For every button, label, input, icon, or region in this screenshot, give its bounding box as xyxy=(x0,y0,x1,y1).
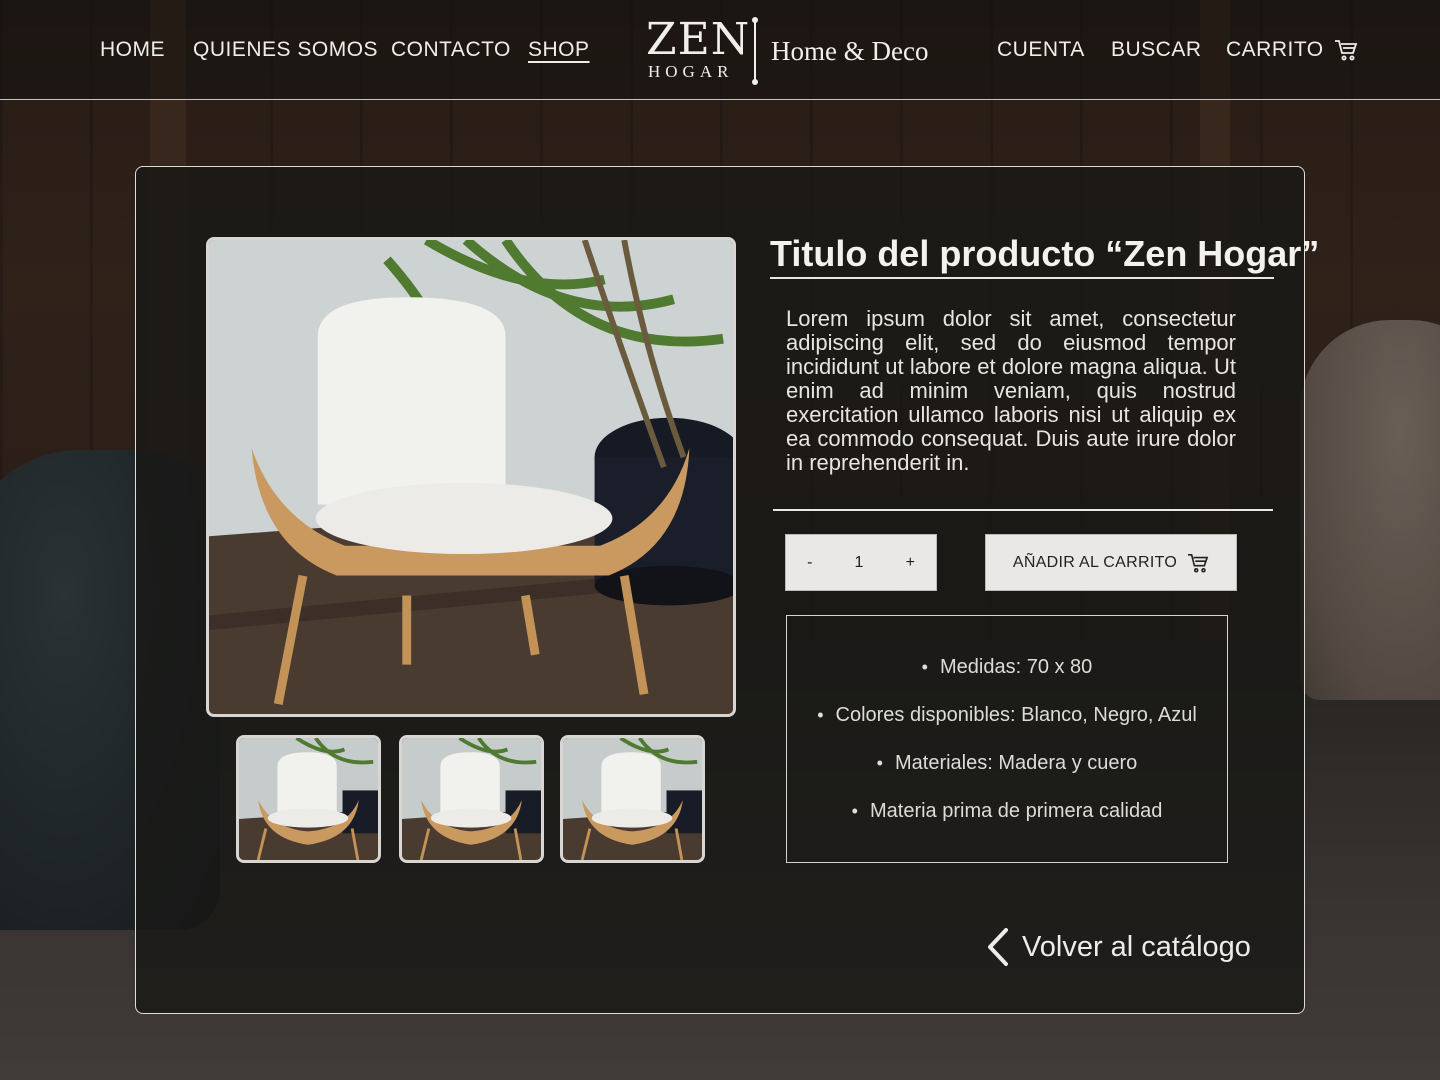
product-main-image[interactable] xyxy=(206,237,736,717)
chair-photo xyxy=(563,738,702,860)
quantity-decrease-button[interactable]: - xyxy=(799,550,820,576)
chevron-left-icon xyxy=(988,928,1008,966)
add-to-cart-button[interactable]: AÑADIR AL CARRITO xyxy=(985,534,1237,591)
add-to-cart-label: AÑADIR AL CARRITO xyxy=(1012,553,1178,571)
back-to-catalog-label: Volver al catálogo xyxy=(1022,930,1251,963)
logo-tagline: Home & Deco xyxy=(771,36,929,66)
product-thumbnail[interactable] xyxy=(236,735,381,863)
nav-buscar[interactable]: BUSCAR xyxy=(1111,38,1202,62)
site-header: HOME QUIENES SOMOS CONTACTO SHOP ZEN HOG… xyxy=(0,0,1440,100)
spec-item: Colores disponibles: Blanco, Negro, Azul xyxy=(787,704,1227,752)
nav-carrito[interactable]: CARRITO xyxy=(1226,38,1358,62)
product-specs: Medidas: 70 x 80 Colores disponibles: Bl… xyxy=(786,615,1228,863)
cart-icon xyxy=(1188,553,1209,573)
logo-zen: ZEN xyxy=(646,14,751,65)
nav-carrito-label: CARRITO xyxy=(1226,38,1324,61)
logo-hogar: HOGAR xyxy=(648,62,734,81)
quantity-value[interactable]: 1 xyxy=(847,550,872,576)
nav-home[interactable]: HOME xyxy=(100,38,165,62)
chair-photo xyxy=(402,738,541,860)
product-card: Titulo del producto “Zen Hogar” Lorem ip… xyxy=(135,166,1319,1014)
back-to-catalog-link[interactable]: Volver al catálogo xyxy=(986,925,1251,969)
product-thumbnail[interactable] xyxy=(399,735,544,863)
product-title: Titulo del producto “Zen Hogar” xyxy=(770,233,1319,279)
cart-icon xyxy=(1334,40,1358,61)
product-thumbnail[interactable] xyxy=(560,735,705,863)
nav-shop[interactable]: SHOP xyxy=(528,38,590,62)
spec-item: Medidas: 70 x 80 xyxy=(787,656,1227,704)
product-description: Lorem ipsum dolor sit amet, consectetur … xyxy=(786,306,1236,475)
site-logo[interactable]: ZEN HOGAR Home & Deco xyxy=(646,14,946,85)
chair-photo xyxy=(209,240,733,714)
quantity-increase-button[interactable]: + xyxy=(898,550,923,576)
logo-divider xyxy=(752,17,758,85)
spec-item: Materia prima de primera calidad xyxy=(787,800,1227,848)
quantity-stepper: - 1 + xyxy=(785,534,937,591)
nav-contacto[interactable]: CONTACTO xyxy=(391,38,511,62)
nav-quienes-somos[interactable]: QUIENES SOMOS xyxy=(193,38,378,62)
chair-photo xyxy=(239,738,378,860)
specs-list: Medidas: 70 x 80 Colores disponibles: Bl… xyxy=(787,616,1227,848)
section-divider xyxy=(773,509,1273,511)
spec-item: Materiales: Madera y cuero xyxy=(787,752,1227,800)
nav-cuenta[interactable]: CUENTA xyxy=(997,38,1085,62)
